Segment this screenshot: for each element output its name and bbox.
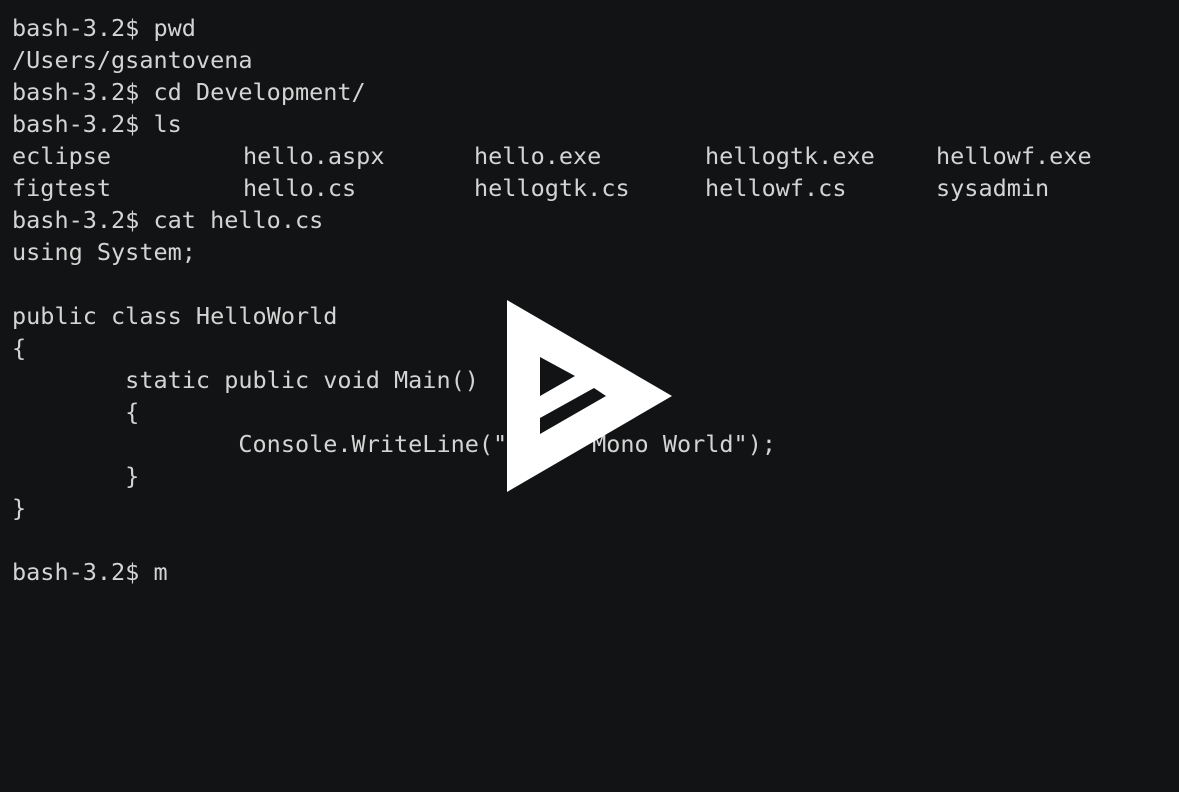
play-button[interactable] [500, 298, 680, 494]
terminal-window[interactable]: bash-3.2$ pwd /Users/gsantovena bash-3.2… [0, 0, 1179, 792]
ls-entry: hellogtk.exe [705, 142, 875, 170]
ls-entry: hellowf.exe [936, 142, 1092, 170]
ls-output-row: eclipse hello.aspx hello.exe hellogtk.ex… [12, 140, 1179, 172]
ls-entry: hellowf.cs [705, 174, 847, 202]
terminal-prompt[interactable]: bash-3.2$ m [12, 556, 1179, 588]
terminal-line: bash-3.2$ cd Development/ [12, 78, 366, 106]
terminal-line: } [12, 494, 27, 522]
ls-entry: hello.aspx [243, 142, 385, 170]
play-logo-icon [507, 300, 672, 492]
ls-entry: eclipse [12, 142, 112, 170]
ls-entry: figtest [12, 174, 112, 202]
terminal-line: bash-3.2$ cat hello.cs [12, 206, 324, 234]
ls-entry: hello.cs [243, 174, 357, 202]
ls-entry: hello.exe [474, 142, 602, 170]
terminal-line: using System; [12, 238, 196, 266]
terminal-line: bash-3.2$ pwd [12, 14, 196, 42]
ls-entry: sysadmin [936, 174, 1050, 202]
terminal-line: bash-3.2$ ls [12, 110, 182, 138]
terminal-line: /Users/gsantovena [12, 46, 253, 74]
ls-entry: hellogtk.cs [474, 174, 630, 202]
ls-output-row: figtest hello.cs hellogtk.cs hellowf.cs … [12, 172, 1179, 204]
